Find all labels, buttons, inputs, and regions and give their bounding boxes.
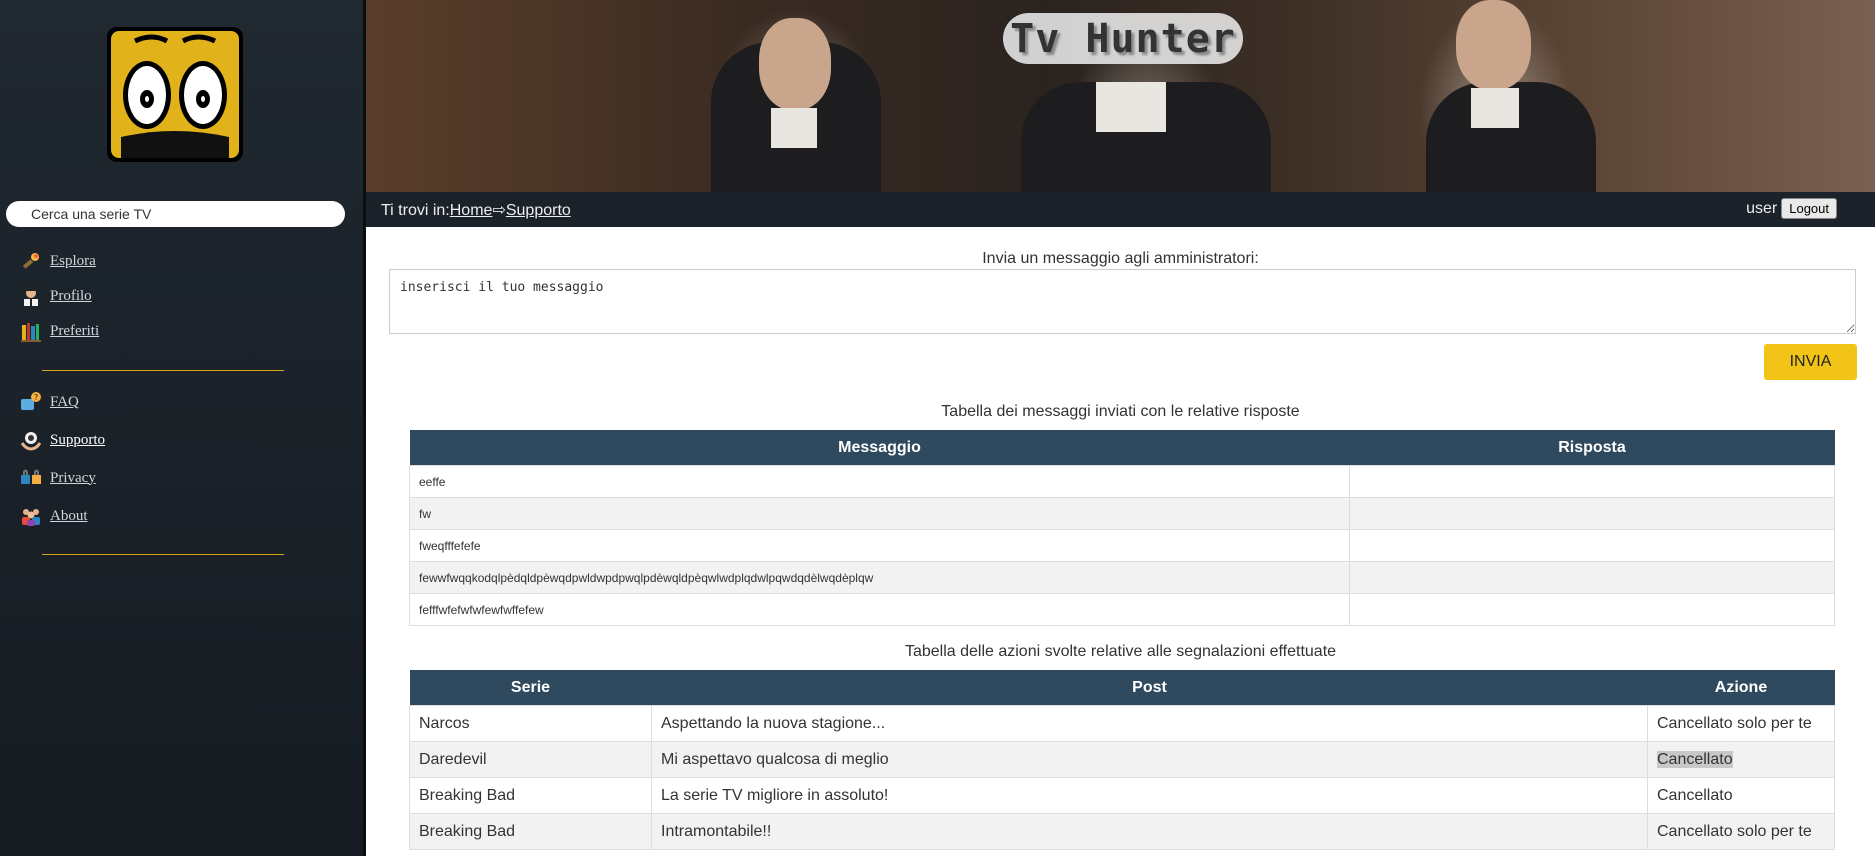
banner-collar	[1096, 82, 1166, 132]
username: user	[1746, 199, 1778, 217]
svg-text:?: ?	[34, 393, 38, 402]
banner-collar	[771, 108, 817, 148]
breadcrumb-home-link[interactable]: Home	[450, 202, 493, 219]
nav-label: Esplora	[50, 252, 96, 269]
nav-item-privacy[interactable]: Privacy	[20, 466, 105, 490]
books-icon	[20, 320, 42, 342]
torch-icon	[20, 250, 42, 272]
message-cell: fw	[409, 497, 1350, 530]
message-form-label: Invia un messaggio agli amministratori:	[982, 250, 1259, 267]
message-textarea[interactable]	[389, 269, 1856, 334]
nav-item-about[interactable]: About	[20, 504, 105, 528]
table-row: Narcos Aspettando la nuova stagione... C…	[409, 705, 1835, 742]
nav-label: About	[50, 507, 88, 524]
send-button[interactable]: INVIA	[1764, 344, 1857, 380]
team-icon	[20, 505, 42, 527]
table-row: eeffe	[409, 465, 1835, 498]
column-header: Serie	[409, 670, 652, 706]
table-row: fw	[409, 497, 1835, 530]
nav-item-profilo[interactable]: Profilo	[20, 284, 99, 308]
message-cell: fewwfwqqkodqlpèdqldpèwqdpwldwpdpwqlpdèwq…	[409, 561, 1350, 594]
banner-collar	[1471, 88, 1519, 128]
action-cell: Cancellato	[1647, 741, 1835, 778]
lock-icon	[20, 467, 42, 489]
user-box: user Logout	[1746, 198, 1837, 219]
search-box	[6, 201, 345, 227]
column-header: Azione	[1647, 670, 1835, 706]
post-cell: Aspettando la nuova stagione...	[651, 705, 1648, 742]
search-input[interactable]	[6, 201, 345, 227]
sidebar-divider	[42, 370, 284, 371]
breadcrumb-prefix: Ti trovi in:	[381, 202, 450, 219]
post-cell: Intramontabile!!	[651, 813, 1648, 850]
messages-table-caption: Tabella dei messaggi inviati con le rela…	[941, 403, 1300, 420]
nav-item-faq[interactable]: ? FAQ	[20, 390, 105, 414]
action-cell: Cancellato	[1647, 777, 1835, 814]
series-cell: Breaking Bad	[409, 813, 652, 850]
nav-label: Privacy	[50, 469, 96, 486]
table-row: fewwfwqqkodqlpèdqldpèwqdpwldwpdpwqlpdèwq…	[409, 561, 1835, 594]
breadcrumb: Ti trovi in:Home⇨Supporto	[381, 200, 571, 220]
breadcrumb-bar: Ti trovi in:Home⇨Supporto user Logout	[366, 192, 1875, 227]
secondary-nav: ? FAQ Supporto Privacy About	[20, 390, 105, 542]
app-logo[interactable]	[107, 27, 243, 162]
series-cell: Breaking Bad	[409, 777, 652, 814]
actions-table-caption: Tabella delle azioni svolte relative all…	[904, 643, 1337, 660]
nav-item-esplora[interactable]: Esplora	[20, 249, 99, 273]
column-header: Risposta	[1349, 430, 1835, 466]
main-content: Invia un messaggio agli amministratori: …	[366, 227, 1875, 856]
table-row: Daredevil Mi aspettavo qualcosa di megli…	[409, 741, 1835, 778]
faq-icon: ?	[20, 391, 42, 413]
banner-face	[759, 18, 831, 110]
breadcrumb-separator: ⇨	[492, 202, 506, 219]
actions-table: Serie Post Azione Narcos Aspettando la n…	[409, 670, 1835, 850]
sidebar-divider	[42, 554, 284, 555]
nav-item-supporto[interactable]: Supporto	[20, 428, 105, 452]
column-header: Post	[651, 670, 1648, 706]
reply-cell	[1349, 497, 1835, 530]
table-row: fweqfffefefe	[409, 529, 1835, 562]
profile-icon	[20, 285, 42, 307]
action-highlight: Cancellato	[1657, 750, 1733, 768]
message-cell: fweqfffefefe	[409, 529, 1350, 562]
series-cell: Narcos	[409, 705, 652, 742]
column-header: Messaggio	[409, 430, 1350, 466]
action-cell: Cancellato solo per te	[1647, 705, 1835, 742]
message-cell: eeffe	[409, 465, 1350, 498]
reply-cell	[1349, 593, 1835, 626]
nav-label: Profilo	[50, 287, 92, 304]
post-cell: Mi aspettavo qualcosa di meglio	[651, 741, 1648, 778]
table-row: Breaking Bad La serie TV migliore in ass…	[409, 777, 1835, 814]
nav-item-preferiti[interactable]: Preferiti	[20, 319, 99, 343]
table-row: Breaking Bad Intramontabile!! Cancellato…	[409, 813, 1835, 850]
reply-cell	[1349, 465, 1835, 498]
series-cell: Daredevil	[409, 741, 652, 778]
header-banner: Tv Hunter	[366, 0, 1875, 192]
banner-face	[1456, 0, 1531, 90]
action-cell: Cancellato solo per te	[1647, 813, 1835, 850]
breadcrumb-current-link[interactable]: Supporto	[506, 202, 571, 219]
sidebar: Esplora Profilo Preferiti ? FAQ Su	[0, 0, 366, 856]
nav-label: FAQ	[50, 393, 79, 410]
site-title: Tv Hunter	[1003, 13, 1243, 64]
post-cell: La serie TV migliore in assoluto!	[651, 777, 1648, 814]
table-row: fefffwfefwfwfewfwffefew	[409, 593, 1835, 626]
message-cell: fefffwfefwfwfewfwffefew	[409, 593, 1350, 626]
primary-nav: Esplora Profilo Preferiti	[20, 249, 99, 354]
nav-label: Supporto	[50, 431, 106, 448]
messages-table: Messaggio Risposta eeffe fw fweqfffefefe…	[409, 430, 1835, 626]
logout-button[interactable]: Logout	[1781, 198, 1837, 219]
support-icon	[20, 429, 42, 451]
reply-cell	[1349, 529, 1835, 562]
nav-label: Preferiti	[50, 322, 100, 339]
reply-cell	[1349, 561, 1835, 594]
